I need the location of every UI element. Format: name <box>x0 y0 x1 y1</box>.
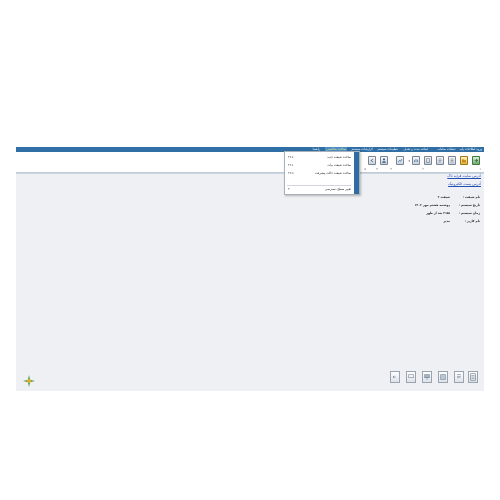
user-icon[interactable] <box>380 156 388 165</box>
chart-icon[interactable] <box>396 156 404 165</box>
menu-item-new-shift[interactable]: ساخت شیفت جدید F12 <box>286 153 353 161</box>
menu-item-label: ساخت شیفت حالت پیشرفت <box>314 171 351 175</box>
toolbar-divider <box>16 173 484 174</box>
info-label: نام شیفت : <box>462 195 480 199</box>
list-icon[interactable] <box>436 156 444 165</box>
info-label: تاریخ سیستم : <box>458 203 480 207</box>
exit-icon[interactable] <box>472 156 480 165</box>
form-icon[interactable] <box>448 156 456 165</box>
menu-item-label: ساخت شیفت جدید <box>327 155 351 159</box>
info-row-time: زمان سیستم : ۲:۵۸ بعد از ظهر <box>360 211 480 219</box>
toolbar-number-1: ۱ <box>479 167 481 171</box>
toolbar-number-4: ۴ <box>376 167 378 171</box>
app-window: ورود اطلاعات پایه عملیات سامانه اضافه مد… <box>16 147 484 391</box>
toolbar-number-2: ۲ <box>422 167 424 171</box>
info-value: شیفت ۲ <box>437 195 450 199</box>
toolbar-number-5: ۵ <box>364 167 366 171</box>
menu-item-access-level[interactable]: تغییر سطح دسترسی F <box>286 185 353 193</box>
menu-item-label: تغییر سطح دسترسی <box>325 187 351 191</box>
monitor-icon[interactable] <box>422 371 432 383</box>
toolbar: ▾ ۱ ۲ ۳ ۴ ۵ <box>16 152 484 173</box>
system-info: نام شیفت : شیفت ۲ تاریخ سیستم : دوشنبه ه… <box>360 195 481 227</box>
grid-icon[interactable] <box>438 371 448 383</box>
back-icon[interactable] <box>368 156 376 165</box>
menu-item-shortcut: F12 <box>288 155 294 159</box>
report-icon[interactable] <box>412 156 420 165</box>
notepad-icon[interactable] <box>454 371 464 383</box>
bottom-toolbar <box>388 371 478 385</box>
info-row-user: نام کاربر : مدیر <box>360 219 480 227</box>
shift-dropdown-menu: ساخت شیفت جدید F12 ساخت شیفت بیات F11 سا… <box>284 151 360 195</box>
document-icon[interactable] <box>424 156 432 165</box>
menu-item-shortcut: F <box>288 187 290 191</box>
menu-item-shortcut: F10 <box>288 171 294 175</box>
menu-item-label: ساخت شیفت بیات <box>327 163 352 167</box>
dropdown-caret[interactable]: ▾ <box>408 159 410 163</box>
links-panel: آدرس سایت فرابه تاک آدرس پست الکترونیک <box>447 174 481 190</box>
company-logo-icon <box>22 373 36 387</box>
desktop-icon[interactable] <box>406 371 416 383</box>
menu-item-advanced-shift[interactable]: ساخت شیفت حالت پیشرفت F10 <box>286 169 353 177</box>
menu-item-fixed-shift[interactable]: ساخت شیفت بیات F11 <box>286 161 353 169</box>
info-value: دوشنبه هشتم مهر ۱۴۰۲ <box>414 203 451 207</box>
info-value: ۲:۵۸ بعد از ظهر <box>426 211 450 215</box>
email-link[interactable]: آدرس پست الکترونیک <box>447 182 481 186</box>
menu-gutter <box>354 152 359 194</box>
website-link[interactable]: آدرس سایت فرابه تاک <box>447 174 481 178</box>
info-value: مدیر <box>443 219 450 223</box>
folder-icon[interactable] <box>460 156 468 165</box>
calculator-icon[interactable] <box>468 371 478 383</box>
info-row-date: تاریخ سیستم : دوشنبه هشتم مهر ۱۴۰۲ <box>360 203 481 211</box>
info-row-shift: نام شیفت : شیفت ۲ <box>360 195 480 203</box>
menu-item-shortcut: F11 <box>288 163 294 167</box>
logout-icon[interactable] <box>390 371 400 383</box>
info-label: نام کاربر : <box>464 219 480 223</box>
toolbar-number-3: ۳ <box>390 167 392 171</box>
info-label: زمان سیستم : <box>458 211 480 215</box>
